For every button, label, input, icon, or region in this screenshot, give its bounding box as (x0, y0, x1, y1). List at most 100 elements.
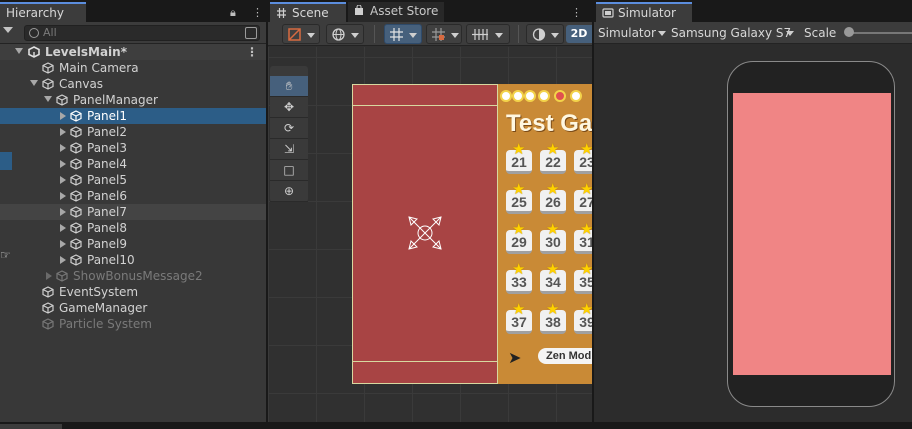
hierarchy-item-disabled[interactable]: Particle System (0, 316, 266, 332)
tab-scene[interactable]: Scene (270, 2, 346, 22)
scene-visibility-dropdown[interactable] (526, 24, 564, 44)
collapse-arrow-icon[interactable] (60, 144, 66, 152)
grid-icon (276, 7, 288, 18)
star-icon: ★ (512, 220, 526, 238)
increment-snap-dropdown[interactable] (426, 24, 462, 44)
hierarchy-item[interactable]: Panel6 (0, 188, 266, 204)
star-icon: ★ (546, 140, 560, 158)
transform-tool-icon[interactable]: ⊕ (270, 181, 308, 202)
hierarchy-item[interactable]: Canvas (0, 76, 266, 92)
draw-mode-dropdown[interactable] (282, 24, 320, 44)
hierarchy-item[interactable]: EventSystem (0, 284, 266, 300)
star-icon: ★ (546, 300, 560, 318)
scene-viewport[interactable]: ✋︎ ✥ ⟳ ⇲ □ ⊕ Test Ga 21 22 23 25 26 27 2… (268, 47, 592, 422)
collapse-arrow-icon[interactable] (60, 112, 66, 120)
hierarchy-item-selected[interactable]: Panel1 (0, 108, 266, 124)
search-placeholder: All (43, 26, 57, 39)
gameobject-icon (70, 142, 82, 154)
snap-increment-icon (432, 28, 445, 41)
scale-slider-track[interactable] (846, 32, 912, 34)
star-icon: ★ (580, 220, 592, 238)
gameobject-icon (70, 222, 82, 234)
device-screen[interactable] (733, 93, 891, 375)
decor-bead-icon (570, 90, 582, 102)
chevron-down-icon (658, 31, 666, 36)
game-preview-panel: Test Ga 21 22 23 25 26 27 29 30 31 33 34… (498, 84, 592, 384)
scene-panel: Scene Asset Store ⋮ 2D ✋︎ ✥ ⟳ ⇲ □ ⊕ Test… (268, 0, 592, 422)
hand-tool-icon[interactable]: ✋︎ (270, 76, 308, 97)
hierarchy-item[interactable]: Panel3 (0, 140, 266, 156)
tab-simulator[interactable]: Simulator (596, 2, 692, 22)
hierarchy-item[interactable]: Panel9 (0, 236, 266, 252)
expand-arrow-icon[interactable] (30, 80, 38, 86)
grid-visibility-dropdown[interactable] (466, 24, 510, 44)
simulator-panel: Simulator Simulator Samsung Galaxy S7 Sc… (594, 0, 912, 422)
expand-arrow-icon[interactable] (44, 96, 52, 102)
hierarchy-item[interactable]: Panel10 (0, 252, 266, 268)
decor-bead-icon (512, 90, 524, 102)
grid-lines-icon (472, 29, 488, 40)
tab-hierarchy[interactable]: Hierarchy (0, 2, 86, 22)
create-dropdown-icon[interactable] (3, 27, 13, 33)
hierarchy-item[interactable]: Panel5 (0, 172, 266, 188)
gameobject-icon (42, 62, 54, 74)
palette-grip-icon[interactable] (270, 66, 308, 76)
toolbar-separator (518, 25, 519, 43)
collapse-arrow-icon[interactable] (60, 176, 66, 184)
scale-slider-handle[interactable] (844, 27, 854, 37)
snap-grid-icon (390, 28, 403, 41)
hierarchy-item-disabled[interactable]: ShowBonusMessage2 (0, 268, 266, 284)
collapse-arrow-icon[interactable] (46, 272, 52, 280)
rotate-tool-icon[interactable]: ⟳ (270, 118, 308, 139)
grid-snap-toggle[interactable] (384, 24, 422, 44)
collapse-arrow-icon[interactable] (60, 192, 66, 200)
selected-panel-rect[interactable] (352, 84, 498, 384)
collapse-arrow-icon[interactable] (60, 240, 66, 248)
scene-root-row[interactable]: LevelsMain* ⋮ (0, 44, 266, 60)
collapse-arrow-icon[interactable] (60, 128, 66, 136)
expand-arrow-icon[interactable] (15, 48, 23, 54)
back-arrow-icon[interactable]: ➤ (508, 348, 521, 367)
item-label: Canvas (59, 77, 104, 91)
collapse-arrow-icon[interactable] (60, 208, 66, 216)
scale-tool-icon[interactable]: ⇲ (270, 139, 308, 160)
scene-menu-icon[interactable]: ⋮ (246, 44, 258, 60)
hierarchy-item[interactable]: GameManager (0, 300, 266, 316)
chevron-down-icon (451, 33, 459, 38)
kebab-menu-icon[interactable]: ⋮ (252, 6, 263, 19)
gameobject-icon (56, 94, 68, 106)
hierarchy-item[interactable]: PanelManager (0, 92, 266, 108)
collapse-arrow-icon[interactable] (60, 256, 66, 264)
star-icon: ★ (546, 220, 560, 238)
rect-tool-icon[interactable]: □ (270, 160, 308, 181)
search-options-icon[interactable] (245, 27, 257, 39)
lock-icon[interactable]: 🔒︎ (230, 6, 236, 20)
shading-mode-dropdown[interactable] (326, 24, 364, 44)
collapse-arrow-icon[interactable] (60, 160, 66, 168)
2d-mode-toggle[interactable]: 2D (566, 25, 592, 43)
collapse-arrow-icon[interactable] (60, 224, 66, 232)
move-tool-icon[interactable]: ✥ (270, 97, 308, 118)
decor-bead-icon (554, 90, 566, 102)
hierarchy-search-input[interactable]: All (24, 25, 260, 41)
gameobject-icon (56, 270, 68, 282)
tab-simulator-label: Simulator (618, 6, 676, 20)
kebab-menu-icon[interactable]: ⋮ (571, 6, 582, 19)
view-mode-dropdown[interactable]: Simulator (598, 22, 666, 44)
hierarchy-tabbar: Hierarchy 🔒︎ ⋮ (0, 0, 266, 22)
bottom-tab[interactable] (0, 424, 62, 429)
star-icon: ★ (512, 300, 526, 318)
hierarchy-item[interactable]: Panel4 (0, 156, 266, 172)
zen-mode-button[interactable]: Zen Mod (538, 348, 592, 364)
tab-asset-store[interactable]: Asset Store (348, 2, 444, 22)
hierarchy-item[interactable]: Panel2 (0, 124, 266, 140)
hierarchy-item[interactable]: Main Camera (0, 60, 266, 76)
simulator-toolbar: Simulator Samsung Galaxy S7 Scale (594, 22, 912, 44)
anchor-handle-icon[interactable] (405, 213, 445, 253)
simulator-tabbar: Simulator (594, 0, 912, 22)
hierarchy-item[interactable]: Panel8 (0, 220, 266, 236)
toolbar-separator (374, 25, 375, 43)
star-icon: ★ (546, 260, 560, 278)
device-dropdown[interactable]: Samsung Galaxy S7 (671, 22, 797, 44)
hierarchy-item-hover[interactable]: Panel7 (0, 204, 266, 220)
